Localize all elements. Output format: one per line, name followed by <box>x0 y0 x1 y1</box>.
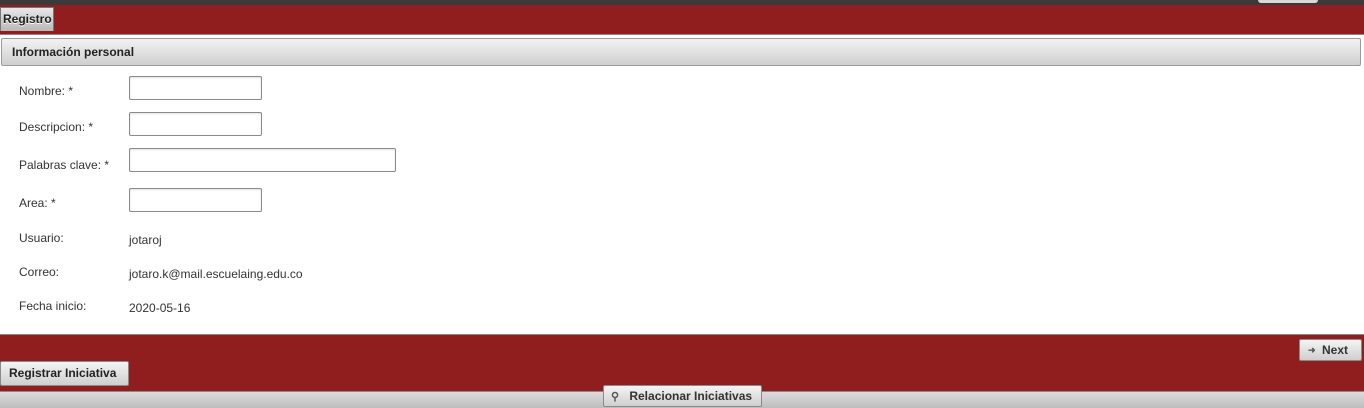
nombre-label: Nombre: * <box>19 84 74 98</box>
relacionar-iniciativas-label: Relacionar Iniciativas <box>629 389 753 403</box>
nombre-input[interactable] <box>129 76 262 100</box>
next-button-label: Next <box>1321 343 1348 357</box>
area-label: Area: * <box>19 196 56 210</box>
palabras-clave-input[interactable] <box>129 148 396 172</box>
correo-label: Correo: <box>19 265 60 279</box>
relacionar-iniciativas-button[interactable]: ⚲ Relacionar Iniciativas <box>603 385 762 407</box>
fecha-inicio-value: 2020-05-16 <box>129 301 191 315</box>
tab-registro[interactable]: Registro <box>0 7 54 31</box>
descripcion-input[interactable] <box>129 112 262 136</box>
form-panel: Información personal Nombre: * Descripci… <box>0 34 1364 335</box>
correo-value: jotaro.k@mail.escuelaing.edu.co <box>129 267 303 281</box>
bottom-bar: ⚲ Relacionar Iniciativas <box>0 385 1364 408</box>
palabras-clave-label: Palabras clave: * <box>19 158 110 172</box>
search-icon: ⚲ <box>611 391 620 403</box>
fecha-inicio-label: Fecha inicio: <box>19 299 87 313</box>
usuario-value: jotaroj <box>129 233 162 247</box>
usuario-label: Usuario: <box>19 231 64 245</box>
registrar-iniciativa-button[interactable]: Registrar Iniciativa <box>0 361 129 386</box>
arrow-right-icon: ➜ <box>1308 345 1316 355</box>
area-input[interactable] <box>129 188 262 212</box>
descripcion-label: Descripcion: * <box>19 120 94 134</box>
fieldset-header-informacion-personal[interactable]: Información personal <box>1 38 1361 66</box>
next-button[interactable]: ➜ Next <box>1299 339 1362 361</box>
main-stage: Registro Información personal Nombre: * … <box>0 5 1364 391</box>
top-bar-handle <box>1258 0 1318 3</box>
